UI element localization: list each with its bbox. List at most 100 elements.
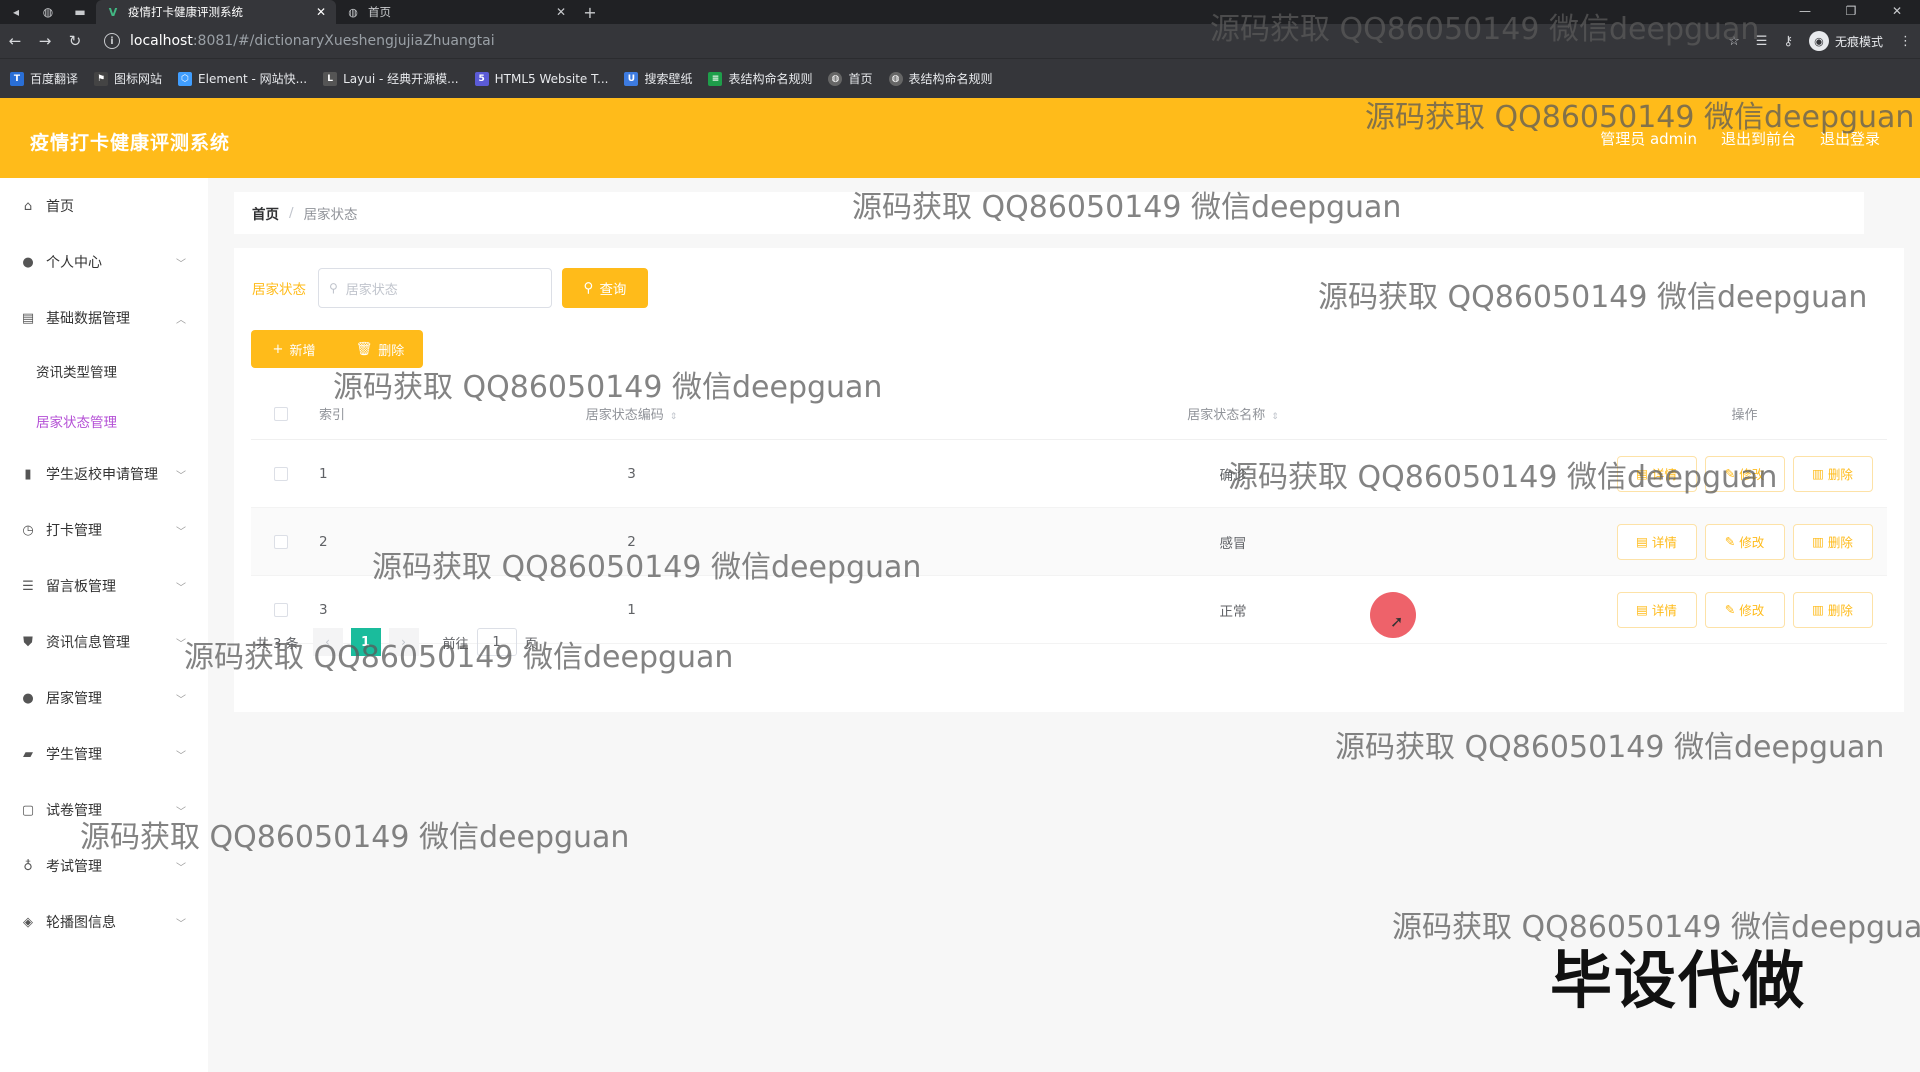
close-icon[interactable]: ✕: [316, 5, 326, 19]
tab-home[interactable]: ◍ 首页 ✕: [336, 0, 576, 24]
reading-list-icon[interactable]: ☰: [1756, 34, 1768, 49]
search-label: 居家状态: [252, 282, 306, 298]
next-page-icon[interactable]: ›: [388, 628, 419, 656]
clock-icon: ◷: [22, 522, 34, 538]
search-input[interactable]: ⚲ 居家状态: [318, 268, 552, 308]
bookmark-label: Element - 网站快...: [198, 72, 308, 86]
chevron-up-icon: ︿: [176, 314, 186, 326]
sidebar-item-basic-data[interactable]: ▤ 基础数据管理 ︿: [0, 290, 208, 346]
url-field[interactable]: i localhost:8081/#/dictionaryXueshengjuj…: [96, 28, 1728, 54]
detail-button[interactable]: ▤ 详情: [1616, 591, 1697, 628]
sidebar-item-label: 居家管理: [46, 691, 102, 707]
header-code[interactable]: 居家状态编码 ⇕: [399, 404, 864, 423]
doc-icon: ▤: [1636, 466, 1648, 481]
bookmark-item[interactable]: ◍ 表结构命名规则: [888, 70, 993, 87]
delete-label: 删除: [1827, 603, 1853, 618]
flag-icon: ⚑: [94, 71, 109, 86]
app-header: 疫情打卡健康评测系统 管理员 admin 退出到前台 退出登录: [0, 98, 1920, 178]
new-tab-icon[interactable]: +: [576, 3, 604, 22]
mic-icon: ♁: [23, 858, 33, 874]
window-controls: — ❐ ✕: [1782, 0, 1920, 24]
restore-icon[interactable]: ❐: [1828, 0, 1874, 24]
reload-icon[interactable]: ↻: [60, 24, 90, 58]
delete-button[interactable]: ▥ 删除: [1792, 455, 1873, 492]
header-name[interactable]: 居家状态名称 ⇕: [864, 404, 1602, 423]
window-icon[interactable]: ▬: [64, 0, 96, 24]
sidebar-item-label: 试卷管理: [46, 803, 102, 819]
tab-app[interactable]: V 疫情打卡健康评测系统 ✕: [96, 0, 336, 24]
header-index: 索引: [319, 408, 346, 423]
bookmark-item[interactable]: ⬡ Element - 网站快...: [178, 70, 307, 87]
goto-input[interactable]: 1: [476, 628, 517, 656]
bookmark-item[interactable]: T 百度翻译: [10, 70, 78, 87]
cell-code: 1: [627, 601, 636, 618]
chevron-down-icon: ﹀: [176, 750, 186, 762]
sidebar-item-students[interactable]: ▰ 学生管理 ﹀: [0, 726, 208, 782]
cell-code: 2: [627, 533, 636, 550]
prev-page-icon[interactable]: ‹: [312, 628, 343, 656]
close-window-icon[interactable]: ✕: [1874, 0, 1920, 24]
edit-button[interactable]: ✎ 修改: [1704, 523, 1785, 560]
sidebar-item-news[interactable]: ⛊ 资讯信息管理 ﹀: [0, 614, 208, 670]
chevron-down-icon: ﹀: [176, 638, 186, 650]
bookmark-item[interactable]: ⚑ 图标网站: [94, 70, 162, 87]
add-button[interactable]: + 新增: [251, 330, 337, 368]
incognito-indicator[interactable]: ◉ 无痕模式: [1808, 31, 1883, 51]
sidebar-item-checkin[interactable]: ◷ 打卡管理 ﹀: [0, 502, 208, 558]
bookmark-item[interactable]: 5 HTML5 Website T...: [474, 71, 608, 86]
minimize-icon[interactable]: —: [1782, 0, 1828, 24]
cell-name: 正常: [1219, 603, 1247, 620]
sort-icon[interactable]: ⇕: [670, 412, 678, 422]
sidebar-item-label: 轮播图信息: [46, 915, 116, 931]
sidebar-item-papers[interactable]: ▢ 试卷管理 ﹀: [0, 782, 208, 838]
page-number[interactable]: 1: [350, 628, 381, 656]
edit-button[interactable]: ✎ 修改: [1704, 591, 1785, 628]
detail-button[interactable]: ▤ 详情: [1616, 523, 1697, 560]
sidebar-item-profile[interactable]: ● 个人中心 ﹀: [0, 234, 208, 290]
bookmark-item[interactable]: ◍ 首页: [828, 70, 873, 87]
bookmark-item[interactable]: ≡ 表结构命名规则: [708, 70, 812, 87]
sidebar-item-exams[interactable]: ♁ 考试管理 ﹀: [0, 838, 208, 894]
row-checkbox[interactable]: [274, 602, 288, 617]
globe-icon[interactable]: ◍: [32, 0, 64, 24]
sort-icon[interactable]: ⇕: [1271, 412, 1279, 422]
frontend-link[interactable]: 退出到前台: [1721, 128, 1796, 149]
row-checkbox[interactable]: [274, 534, 288, 549]
delete-button[interactable]: ▥ 删除: [1792, 523, 1873, 560]
key-icon[interactable]: ⚷: [1783, 34, 1793, 49]
breadcrumb-home[interactable]: 首页: [252, 203, 279, 223]
bookmark-item[interactable]: L Layui - 经典开源模...: [323, 70, 459, 87]
address-bar: ← → ↻ i localhost:8081/#/dictionaryXuesh…: [0, 24, 1920, 58]
star-icon[interactable]: ☆: [1728, 34, 1740, 49]
bookmark-item[interactable]: U 搜索壁纸: [624, 70, 692, 87]
url-host: localhost: [130, 33, 193, 49]
edit-button[interactable]: ✎ 修改: [1704, 455, 1785, 492]
detail-button[interactable]: ▤ 详情: [1616, 455, 1697, 492]
forward-icon[interactable]: →: [30, 24, 60, 58]
add-button-label: 新增: [289, 343, 316, 359]
search-form: 居家状态 ⚲ 居家状态 ⚲ 查询: [252, 268, 648, 308]
info-icon[interactable]: i: [104, 33, 120, 49]
select-all-checkbox[interactable]: [274, 406, 288, 421]
menu-icon[interactable]: ⋮: [1899, 34, 1912, 49]
query-button[interactable]: ⚲ 查询: [562, 268, 648, 308]
back-tab-icon[interactable]: ◂: [0, 0, 32, 24]
sidebar-subitem-home-status[interactable]: 居家状态管理: [0, 396, 208, 446]
promo-stamp: 毕设代做: [1550, 944, 1807, 1017]
header-code-label: 居家状态编码: [585, 408, 664, 423]
close-icon[interactable]: ✕: [556, 5, 566, 19]
breadcrumb: 首页 / 居家状态: [234, 192, 1864, 234]
logout-link[interactable]: 退出登录: [1820, 128, 1880, 149]
sidebar-item-message-board[interactable]: ☰ 留言板管理 ﹀: [0, 558, 208, 614]
sidebar-item-home-management[interactable]: ● 居家管理 ﹀: [0, 670, 208, 726]
student-icon: ▰: [23, 746, 33, 762]
row-checkbox[interactable]: [274, 466, 288, 481]
sidebar-item-home[interactable]: ⌂ 首页: [0, 178, 208, 234]
sidebar-item-carousel[interactable]: ◈ 轮播图信息 ﹀: [0, 894, 208, 950]
delete-button[interactable]: ▥ 删除: [1792, 591, 1873, 628]
sidebar-subitem-news-type[interactable]: 资讯类型管理: [0, 346, 208, 396]
back-icon[interactable]: ←: [0, 24, 30, 58]
batch-delete-button[interactable]: 🗑 删除: [337, 330, 423, 368]
query-button-label: 查询: [599, 282, 627, 298]
sidebar-item-return-application[interactable]: ▮ 学生返校申请管理 ﹀: [0, 446, 208, 502]
